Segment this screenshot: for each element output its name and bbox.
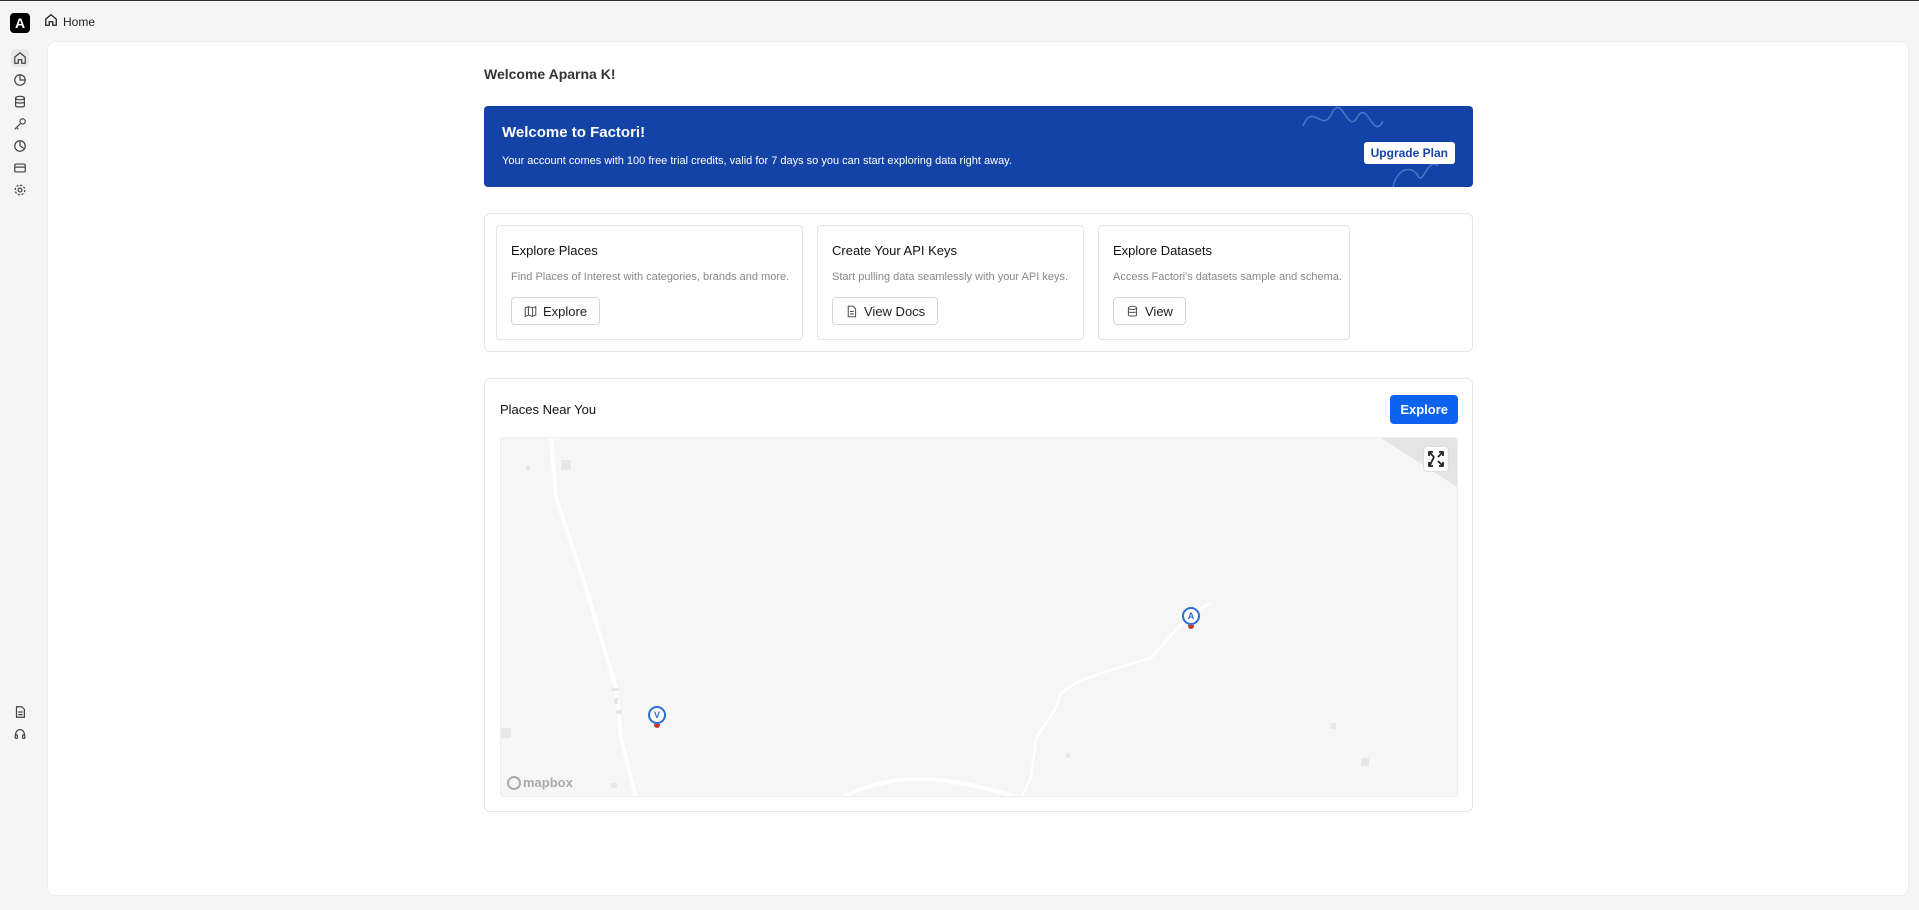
mapbox-icon bbox=[507, 775, 521, 790]
view-datasets-button[interactable]: View bbox=[1113, 297, 1186, 325]
pie-chart-icon bbox=[14, 140, 26, 152]
marker-label: A bbox=[1182, 607, 1200, 625]
marker-label: V bbox=[648, 706, 666, 724]
card-description: Access Factori's datasets sample and sch… bbox=[1113, 271, 1342, 283]
places-explore-button[interactable]: Explore bbox=[1390, 395, 1458, 424]
map-roads bbox=[501, 438, 1457, 796]
home-icon bbox=[14, 51, 26, 64]
analytics-icon bbox=[14, 74, 26, 86]
home-icon bbox=[44, 13, 58, 30]
top-bar: A Home bbox=[0, 1, 1919, 41]
app-logo[interactable]: A bbox=[10, 13, 30, 33]
sidebar-item-settings[interactable] bbox=[11, 181, 29, 199]
sidebar-item-docs[interactable] bbox=[11, 703, 29, 721]
sidebar-item-analytics[interactable] bbox=[11, 71, 29, 89]
card-description: Start pulling data seamlessly with your … bbox=[832, 271, 1068, 283]
sidebar-item-keys[interactable] bbox=[11, 115, 29, 133]
breadcrumb[interactable]: Home bbox=[44, 13, 95, 30]
button-label: View bbox=[1145, 303, 1173, 319]
view-docs-button[interactable]: View Docs bbox=[832, 297, 939, 325]
map-marker[interactable]: A bbox=[1182, 607, 1200, 629]
database-icon bbox=[1127, 305, 1138, 317]
map-icon bbox=[524, 305, 537, 317]
breadcrumb-label: Home bbox=[63, 14, 96, 29]
button-label: Explore bbox=[543, 303, 588, 319]
explore-button[interactable]: Explore bbox=[511, 297, 601, 325]
sidebar-item-billing[interactable] bbox=[11, 159, 29, 177]
document-icon bbox=[15, 706, 25, 718]
fullscreen-icon bbox=[1428, 451, 1444, 467]
fullscreen-button[interactable] bbox=[1423, 446, 1449, 472]
sidebar-item-home[interactable] bbox=[11, 49, 29, 67]
sidebar bbox=[0, 41, 40, 910]
mapbox-attribution: mapbox bbox=[523, 775, 573, 790]
mapbox-logo[interactable]: mapbox bbox=[507, 775, 573, 790]
card-title: Explore Places bbox=[511, 243, 598, 258]
map-marker[interactable]: V bbox=[648, 706, 666, 728]
welcome-heading: Welcome Aparna K! bbox=[484, 66, 616, 82]
settings-icon bbox=[14, 184, 26, 196]
sidebar-item-database[interactable] bbox=[11, 93, 29, 111]
marker-tail bbox=[1188, 625, 1194, 629]
explore-datasets-card: Explore Datasets Access Factori's datase… bbox=[1098, 225, 1350, 340]
quick-actions: Explore Places Find Places of Interest w… bbox=[484, 213, 1473, 352]
places-map[interactable]: V A mapbox bbox=[500, 437, 1458, 797]
button-label: View Docs bbox=[864, 303, 926, 319]
marker-tail bbox=[654, 724, 660, 728]
upgrade-plan-button[interactable]: Upgrade Plan bbox=[1363, 142, 1455, 164]
api-keys-card: Create Your API Keys Start pulling data … bbox=[817, 225, 1084, 340]
file-icon bbox=[847, 305, 857, 317]
key-icon bbox=[14, 118, 26, 130]
card-description: Find Places of Interest with categories,… bbox=[511, 271, 790, 283]
explore-places-card: Explore Places Find Places of Interest w… bbox=[496, 225, 803, 340]
places-near-you-card: Places Near You Explore V A mapbox bbox=[484, 378, 1473, 812]
main-panel: Welcome Aparna K! Welcome to Factori! Yo… bbox=[47, 41, 1909, 896]
banner-title: Welcome to Factori! bbox=[502, 124, 646, 141]
banner-text: Your account comes with 100 free trial c… bbox=[502, 155, 1012, 167]
database-icon bbox=[15, 95, 25, 108]
sidebar-item-support[interactable] bbox=[11, 725, 29, 743]
sidebar-item-reports[interactable] bbox=[11, 137, 29, 155]
places-title: Places Near You bbox=[500, 402, 597, 417]
welcome-banner: Welcome to Factori! Your account comes w… bbox=[484, 106, 1473, 187]
card-title: Explore Datasets bbox=[1113, 243, 1212, 258]
headset-icon bbox=[14, 729, 26, 739]
card-title: Create Your API Keys bbox=[832, 243, 958, 258]
credit-card-icon bbox=[14, 163, 26, 173]
